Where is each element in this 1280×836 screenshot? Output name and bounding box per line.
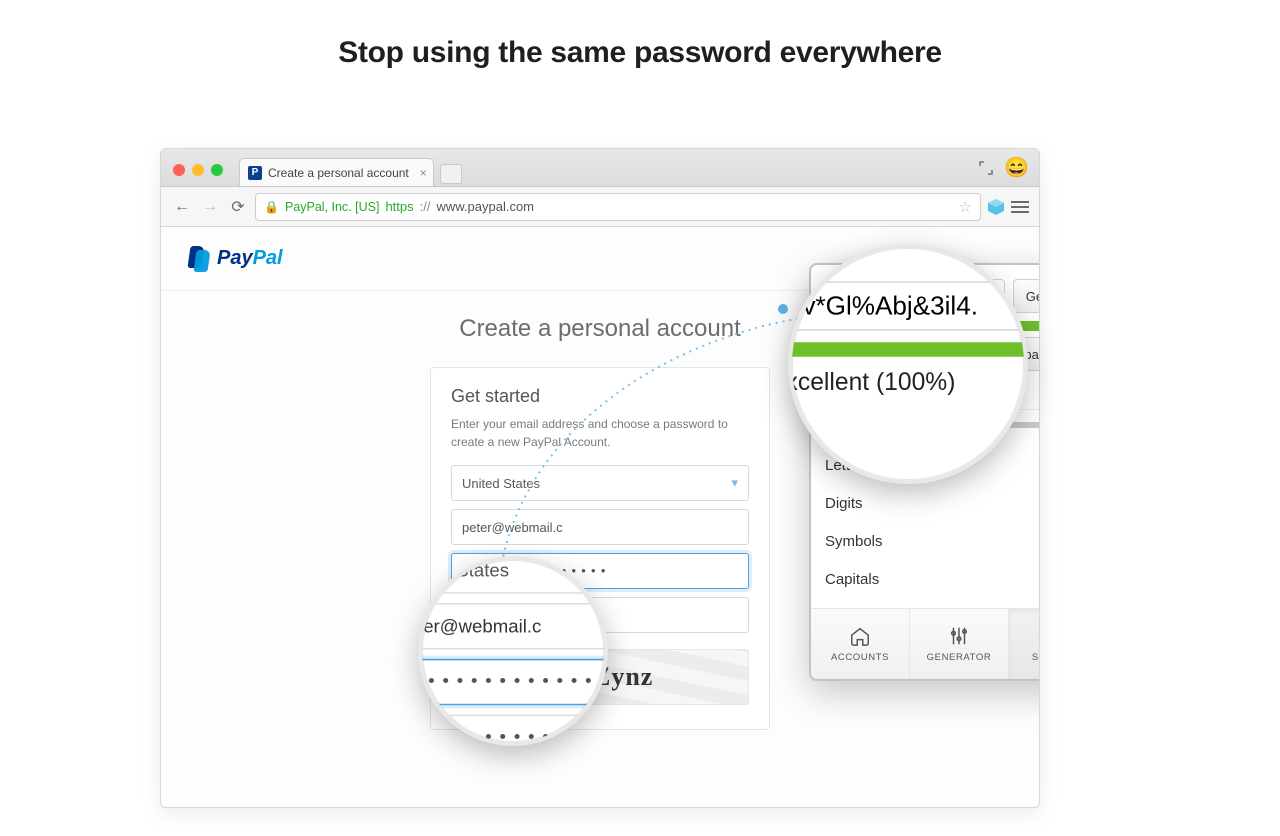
bookmark-star-icon[interactable]: ☆ bbox=[959, 198, 972, 216]
paypal-logo[interactable]: PayPal bbox=[189, 246, 283, 272]
reload-button[interactable]: ⟳ bbox=[227, 196, 249, 218]
tab-title: Create a personal account bbox=[268, 166, 409, 180]
ev-cert-label: PayPal, Inc. [US] bbox=[285, 200, 379, 214]
lens-strength-label: Excellent (100%) bbox=[788, 368, 1028, 397]
menu-icon[interactable] bbox=[1011, 201, 1029, 213]
tab-generator[interactable]: GENERATOR bbox=[910, 609, 1009, 679]
lens-password-field: ••••••••••••••• bbox=[418, 659, 608, 706]
toggle-symbols[interactable]: o bbox=[1039, 529, 1040, 553]
tab-strip: P Create a personal account × 😄 bbox=[161, 149, 1039, 187]
fullscreen-icon[interactable] bbox=[978, 160, 994, 176]
lens-generated-password: Sv*Gl%Abj&3il4. bbox=[788, 281, 1028, 330]
lens-email-field: peter@webmail.c bbox=[418, 603, 608, 650]
magnifier-generator-lens: ssword G Sv*Gl%Abj&3il4. Excellent (100%… bbox=[788, 244, 1028, 484]
toggle-letters[interactable]: o bbox=[1039, 453, 1040, 477]
url-separator: :// bbox=[420, 199, 431, 214]
tab-favicon-icon: P bbox=[248, 166, 262, 180]
back-button[interactable]: ← bbox=[171, 196, 193, 218]
tab-settings-label: SETTINGS bbox=[1032, 652, 1040, 663]
email-value: peter@webmail.c bbox=[462, 520, 563, 535]
tab-close-icon[interactable]: × bbox=[420, 166, 427, 180]
lens-strength-bar bbox=[788, 342, 1028, 357]
lens-generator-title-fragment: ssword G bbox=[788, 251, 1028, 273]
paypal-wordmark: PayPal bbox=[217, 247, 283, 270]
email-field[interactable]: peter@webmail.c bbox=[451, 509, 749, 545]
profile-avatar-icon[interactable]: 😄 bbox=[1004, 155, 1029, 180]
toggle-capitals[interactable]: o bbox=[1039, 567, 1040, 591]
page-headline: Stop using the same password everywhere bbox=[0, 36, 1280, 70]
sliders-icon bbox=[948, 625, 970, 647]
url-host: www.paypal.com bbox=[436, 199, 534, 214]
lens-country-select: United States▾ bbox=[418, 556, 608, 594]
address-bar[interactable]: 🔒 PayPal, Inc. [US] https :// www.paypal.c… bbox=[255, 193, 981, 221]
window-zoom-icon[interactable] bbox=[211, 164, 223, 176]
extension-icon[interactable] bbox=[987, 198, 1005, 216]
tab-generator-label: GENERATOR bbox=[927, 652, 992, 663]
toggle-digits[interactable]: o bbox=[1039, 491, 1040, 515]
country-value: United States bbox=[462, 476, 540, 491]
get-started-subtext: Enter your email address and choose a pa… bbox=[451, 415, 749, 451]
new-tab-button[interactable] bbox=[440, 164, 462, 184]
magnifier-password-lens: United States▾ peter@webmail.c •••••••••… bbox=[418, 556, 608, 746]
option-digits-label: Digits bbox=[825, 495, 863, 512]
option-capitals: Capitals o bbox=[825, 560, 1040, 598]
option-symbols-label: Symbols bbox=[825, 533, 883, 550]
toolbar: ← → ⟳ 🔒 PayPal, Inc. [US] https :// www.pa… bbox=[161, 187, 1039, 227]
tab-accounts-label: ACCOUNTS bbox=[831, 652, 889, 663]
browser-tab[interactable]: P Create a personal account × bbox=[239, 158, 434, 186]
chevron-down-icon: ▾ bbox=[731, 475, 738, 491]
get-started-heading: Get started bbox=[451, 386, 749, 407]
home-icon bbox=[849, 625, 871, 647]
paypal-mark-icon bbox=[189, 246, 211, 272]
option-capitals-label: Capitals bbox=[825, 571, 879, 588]
window-minimize-icon[interactable] bbox=[192, 164, 204, 176]
connector-endpoint-icon bbox=[778, 304, 788, 314]
forward-button[interactable]: → bbox=[199, 196, 221, 218]
tab-accounts[interactable]: ACCOUNTS bbox=[811, 609, 910, 679]
popup-tabbar: ACCOUNTS GENERATOR SETTINGS bbox=[811, 608, 1040, 679]
option-symbols: Symbols o bbox=[825, 522, 1040, 560]
option-digits: Digits o bbox=[825, 484, 1040, 522]
url-scheme: https bbox=[385, 199, 413, 214]
window-traffic-lights[interactable] bbox=[173, 164, 223, 176]
tab-settings[interactable]: SETTINGS bbox=[1009, 609, 1040, 679]
window-close-icon[interactable] bbox=[173, 164, 185, 176]
lock-icon: 🔒 bbox=[264, 200, 279, 214]
lens-confirm-field: •••••••••••• bbox=[418, 715, 608, 746]
country-select[interactable]: United States ▾ bbox=[451, 465, 749, 501]
